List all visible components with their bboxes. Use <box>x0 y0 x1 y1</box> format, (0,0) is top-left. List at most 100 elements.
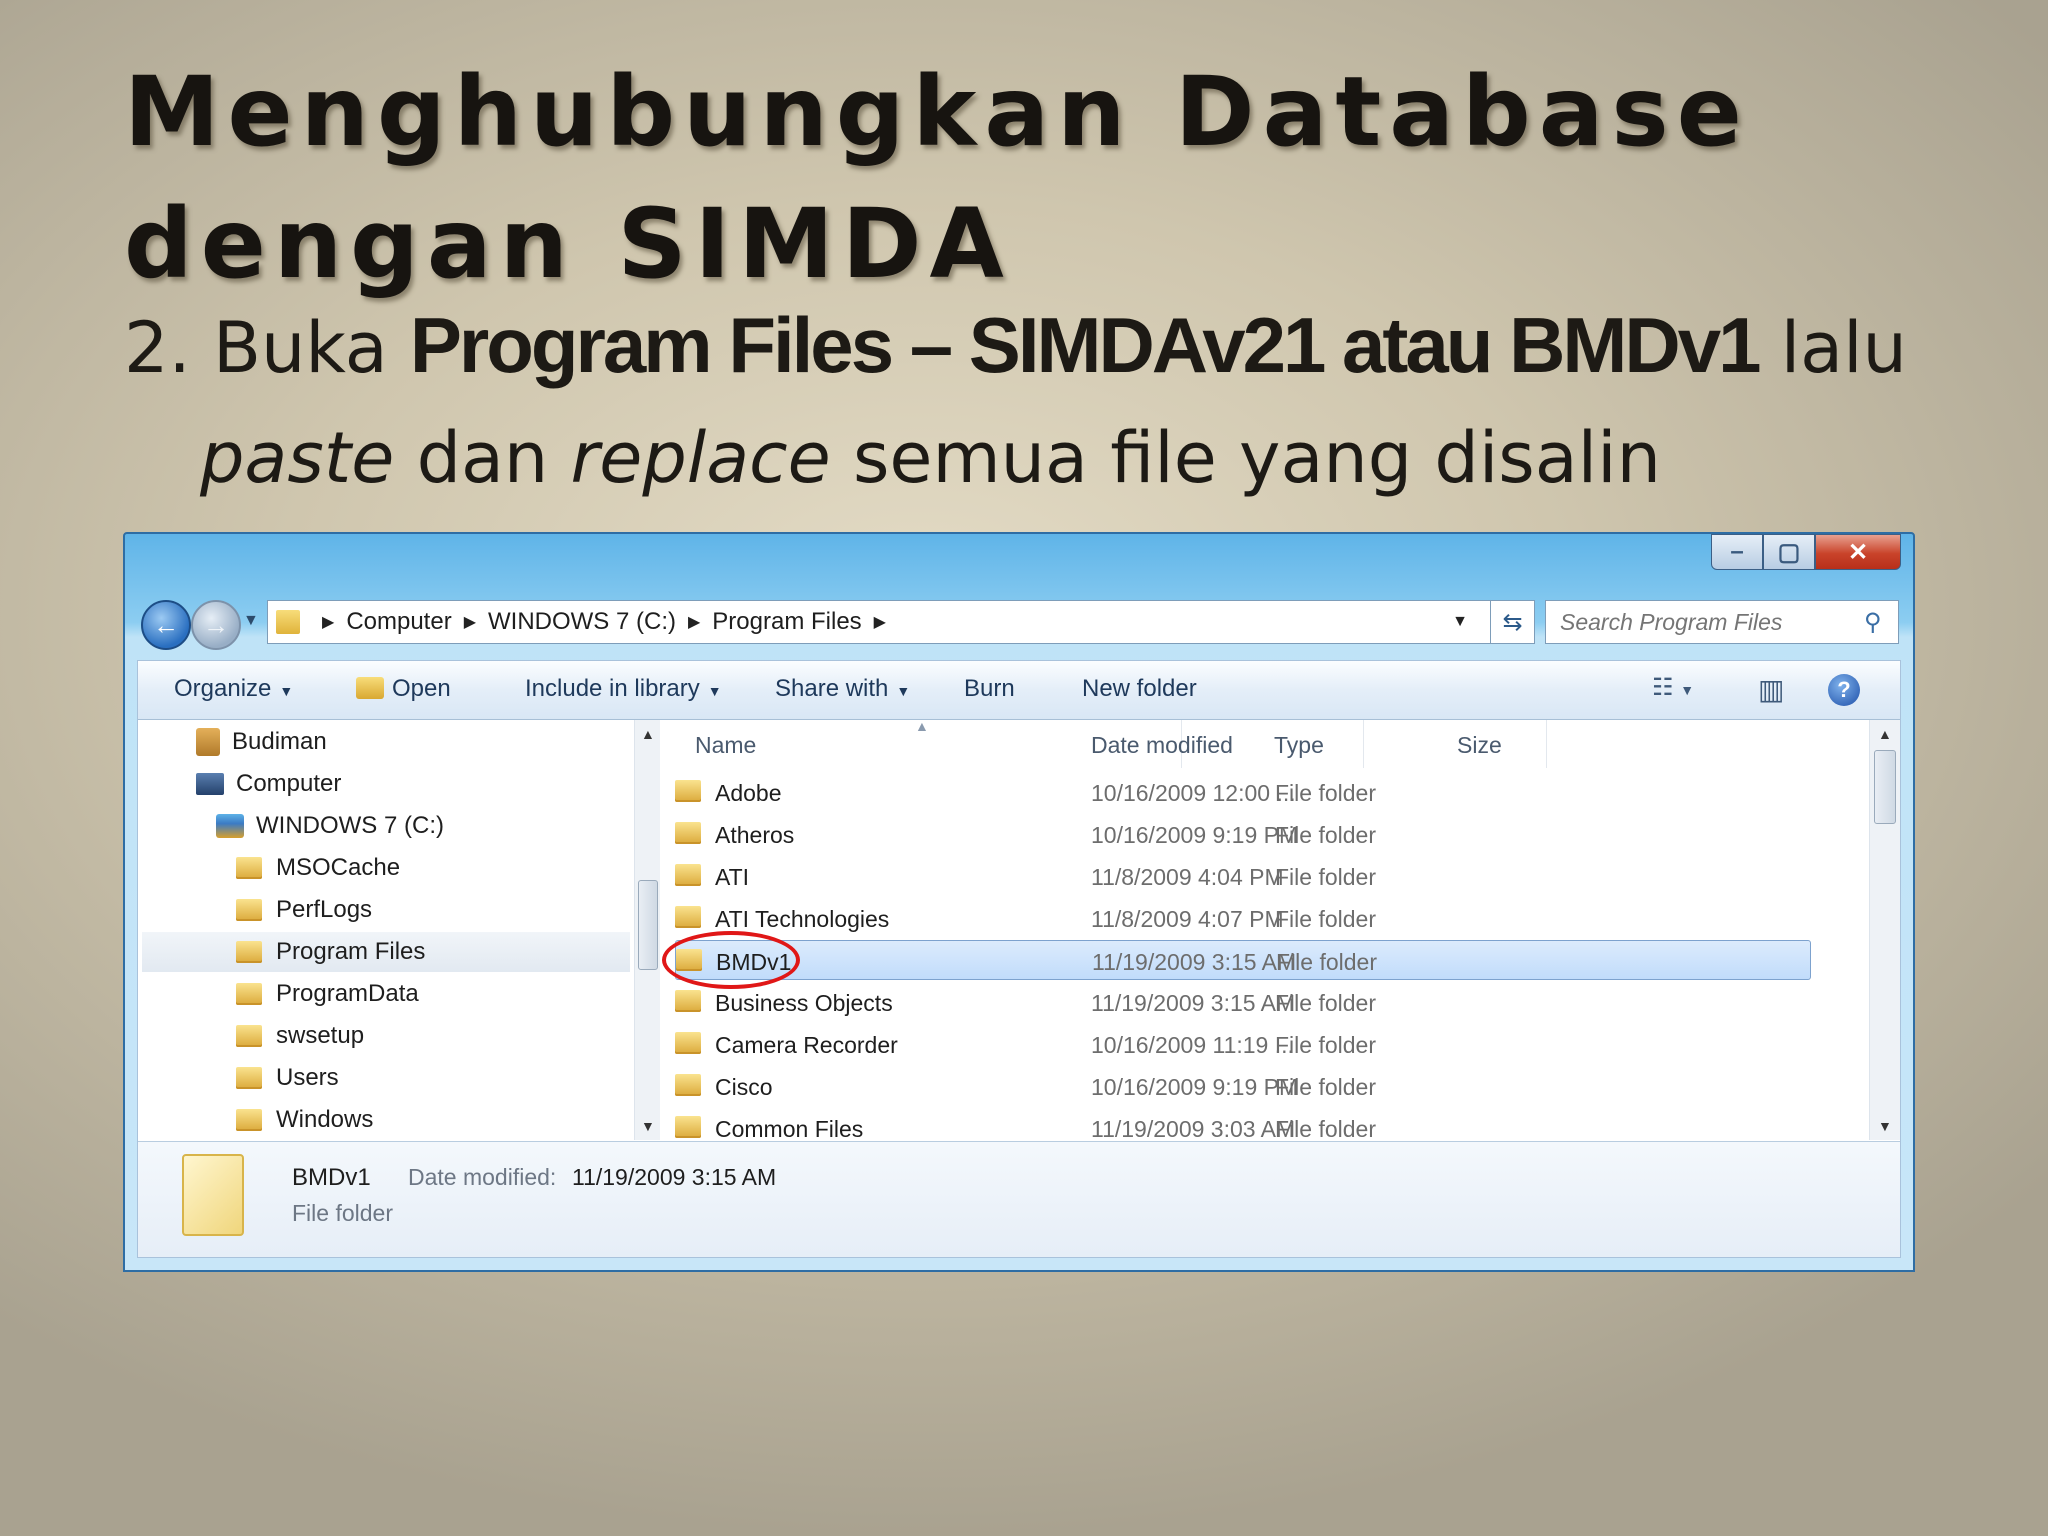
column-type[interactable]: Type <box>1274 732 1324 759</box>
open-button[interactable]: Open <box>356 675 451 703</box>
command-bar: Organize ▼ Open Include in library ▼ Share… <box>138 661 1900 720</box>
nav-scrollbar[interactable]: ▲ ▼ <box>634 720 660 1140</box>
dropdown-arrow-icon: ▼ <box>896 683 911 699</box>
bullet-paste: paste <box>200 417 395 499</box>
address-bar[interactable]: ▶ Computer ▶ WINDOWS 7 (C:) ▶ Program Fi… <box>267 600 1491 644</box>
preview-pane-icon[interactable]: ▥ <box>1758 673 1784 706</box>
file-type: File folder <box>1276 949 1377 975</box>
file-type: File folder <box>1275 1116 1376 1140</box>
file-row[interactable]: Atheros 10/16/2009 9:19 PM File folder <box>675 814 1811 854</box>
dropdown-arrow-icon: ▼ <box>279 683 294 699</box>
window-controls: – ▢ ✕ <box>1711 534 1901 570</box>
scroll-down-icon[interactable]: ▼ <box>641 1118 655 1134</box>
folder-icon <box>675 1116 701 1138</box>
help-icon[interactable]: ? <box>1828 674 1860 706</box>
scrollbar-thumb[interactable] <box>1874 750 1896 824</box>
file-name: Cisco <box>715 1074 773 1100</box>
nav-item-program-files[interactable]: Program Files <box>142 932 630 972</box>
share-with-button[interactable]: Share with ▼ <box>775 675 910 703</box>
nav-item-programdata[interactable]: ProgramData <box>236 974 419 1014</box>
nav-item-perflogs[interactable]: PerfLogs <box>236 890 372 930</box>
file-row[interactable]: Business Objects 11/19/2009 3:15 AM File f… <box>675 982 1811 1022</box>
nav-item-budiman[interactable]: Budiman <box>196 722 327 762</box>
file-name: Adobe <box>715 780 782 806</box>
file-row[interactable]: Adobe 10/16/2009 12:00 ... File folder <box>675 772 1811 812</box>
bullet-bold-path: Program Files – SIMDAv21 atau BMDv1 <box>409 301 1762 389</box>
file-date: 11/19/2009 3:15 AM <box>1092 949 1297 975</box>
close-button[interactable]: ✕ <box>1815 534 1901 570</box>
nav-item-windows7-drive[interactable]: WINDOWS 7 (C:) <box>216 806 444 846</box>
slide-title-line1: Menghubungkan Database <box>124 56 1750 168</box>
file-row[interactable]: ATI Technologies 11/8/2009 4:07 PM File fo… <box>675 898 1811 938</box>
nav-item-swsetup[interactable]: swsetup <box>236 1016 364 1056</box>
breadcrumb-arrow-icon[interactable]: ▶ <box>688 612 700 632</box>
folder-icon <box>675 780 701 802</box>
organize-button[interactable]: Organize ▼ <box>174 675 293 703</box>
navigation-pane: Budiman Computer WINDOWS 7 (C:) MSOCache… <box>138 720 660 1140</box>
red-highlight-circle <box>662 931 800 989</box>
file-type: File folder <box>1275 1032 1376 1058</box>
column-headers: ▲ Name Date modified Type Size <box>661 720 1870 768</box>
file-date: 10/16/2009 12:00 ... <box>1091 780 1296 806</box>
file-name: ATI Technologies <box>715 906 890 932</box>
view-options-icon[interactable]: ☷ ▼ <box>1652 673 1694 702</box>
file-name: Atheros <box>715 822 795 848</box>
burn-button[interactable]: Burn <box>964 675 1015 703</box>
column-date-modified[interactable]: Date modified <box>1091 732 1233 759</box>
file-list-pane: ▲ Name Date modified Type Size Adobe 10/1… <box>661 720 1900 1140</box>
search-icon[interactable]: ⚲ <box>1864 608 1898 637</box>
file-row-selected[interactable]: BMDv1 11/19/2009 3:15 AM File folder <box>662 931 1811 989</box>
bullet-end: semua file yang disalin <box>830 417 1661 499</box>
new-folder-button[interactable]: New folder <box>1082 675 1197 703</box>
file-list-scrollbar[interactable]: ▲ ▼ <box>1869 720 1900 1140</box>
slide-title: Menghubungkan Database dengan SIMDA <box>124 46 1924 310</box>
details-date-value: 11/19/2009 3:15 AM <box>572 1164 777 1190</box>
file-name: ATI <box>715 864 750 890</box>
details-item-name: BMDv1 <box>292 1164 371 1191</box>
file-row[interactable]: ATI 11/8/2009 4:04 PM File folder <box>675 856 1811 896</box>
nav-item-users[interactable]: Users <box>236 1058 339 1098</box>
column-size[interactable]: Size <box>1457 732 1502 759</box>
breadcrumb-arrow-icon[interactable]: ▶ <box>322 612 334 632</box>
scrollbar-thumb[interactable] <box>638 880 658 970</box>
open-folder-large-icon <box>182 1154 244 1236</box>
file-date: 10/16/2009 9:19 PM <box>1091 1074 1299 1100</box>
scroll-up-icon[interactable]: ▲ <box>1878 726 1892 742</box>
file-date: 11/8/2009 4:04 PM <box>1091 864 1284 890</box>
bullet-prefix: 2. Buka <box>124 307 410 389</box>
breadcrumb-program-files[interactable]: Program Files <box>712 608 861 636</box>
breadcrumb-computer[interactable]: Computer <box>346 608 451 636</box>
nav-item-computer[interactable]: Computer <box>196 764 341 804</box>
scroll-up-icon[interactable]: ▲ <box>641 726 655 742</box>
include-in-library-button[interactable]: Include in library ▼ <box>525 675 722 703</box>
column-name[interactable]: Name <box>695 732 756 759</box>
nav-item-msocache[interactable]: MSOCache <box>236 848 400 888</box>
nav-item-windows[interactable]: Windows <box>236 1100 373 1140</box>
maximize-button[interactable]: ▢ <box>1763 534 1815 570</box>
file-name: Camera Recorder <box>715 1032 898 1058</box>
folder-icon <box>236 1109 262 1131</box>
file-row[interactable]: Common Files 11/19/2009 3:03 AM File folde… <box>675 1108 1811 1140</box>
file-name: Common Files <box>715 1116 864 1140</box>
breadcrumb-arrow-icon[interactable]: ▶ <box>464 612 476 632</box>
file-type: File folder <box>1275 906 1376 932</box>
forward-button[interactable]: → <box>191 600 241 650</box>
recent-pages-dropdown[interactable]: ▼ <box>243 612 259 630</box>
scroll-down-icon[interactable]: ▼ <box>1878 1118 1892 1134</box>
back-button[interactable]: ← <box>141 600 191 650</box>
breadcrumb-arrow-icon[interactable]: ▶ <box>874 612 886 632</box>
column-divider[interactable] <box>1363 720 1364 768</box>
search-input[interactable] <box>1546 607 1864 637</box>
file-row[interactable]: Cisco 10/16/2009 9:19 PM File folder <box>675 1066 1811 1106</box>
refresh-button[interactable]: ⇆ <box>1491 600 1535 644</box>
address-dropdown-icon[interactable]: ▼ <box>1452 613 1468 631</box>
file-row[interactable]: Camera Recorder 10/16/2009 11:19 ... File … <box>675 1024 1811 1064</box>
address-row: ← → ▼ ▶ Computer ▶ WINDOWS 7 (C:) ▶ Prog… <box>141 598 1899 650</box>
search-box[interactable]: ⚲ <box>1545 600 1899 644</box>
breadcrumb-drive[interactable]: WINDOWS 7 (C:) <box>488 608 676 636</box>
details-date-label: Date modified: <box>408 1164 557 1190</box>
sort-ascending-icon: ▲ <box>915 720 929 734</box>
column-divider[interactable] <box>1546 720 1547 768</box>
file-name: Business Objects <box>715 990 893 1016</box>
minimize-button[interactable]: – <box>1711 534 1763 570</box>
